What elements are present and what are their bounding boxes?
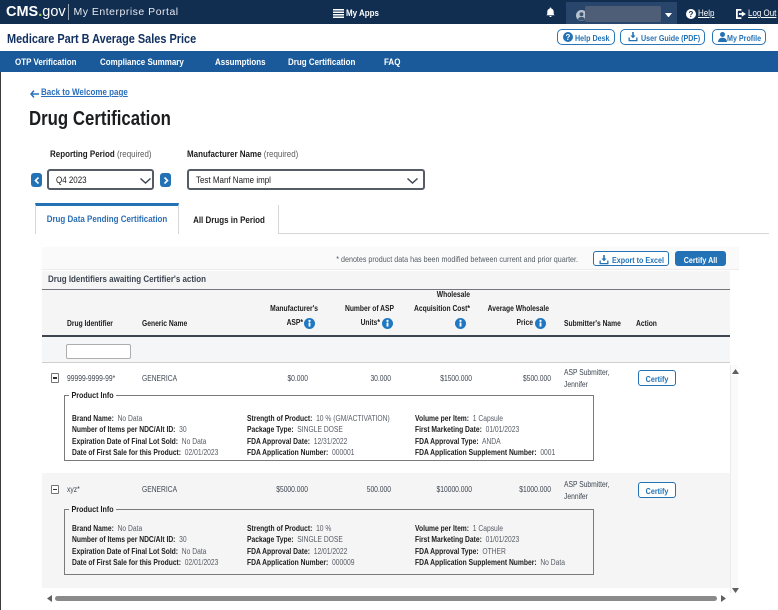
svg-text:?: ?	[689, 9, 694, 18]
svg-text:?: ?	[565, 33, 570, 42]
